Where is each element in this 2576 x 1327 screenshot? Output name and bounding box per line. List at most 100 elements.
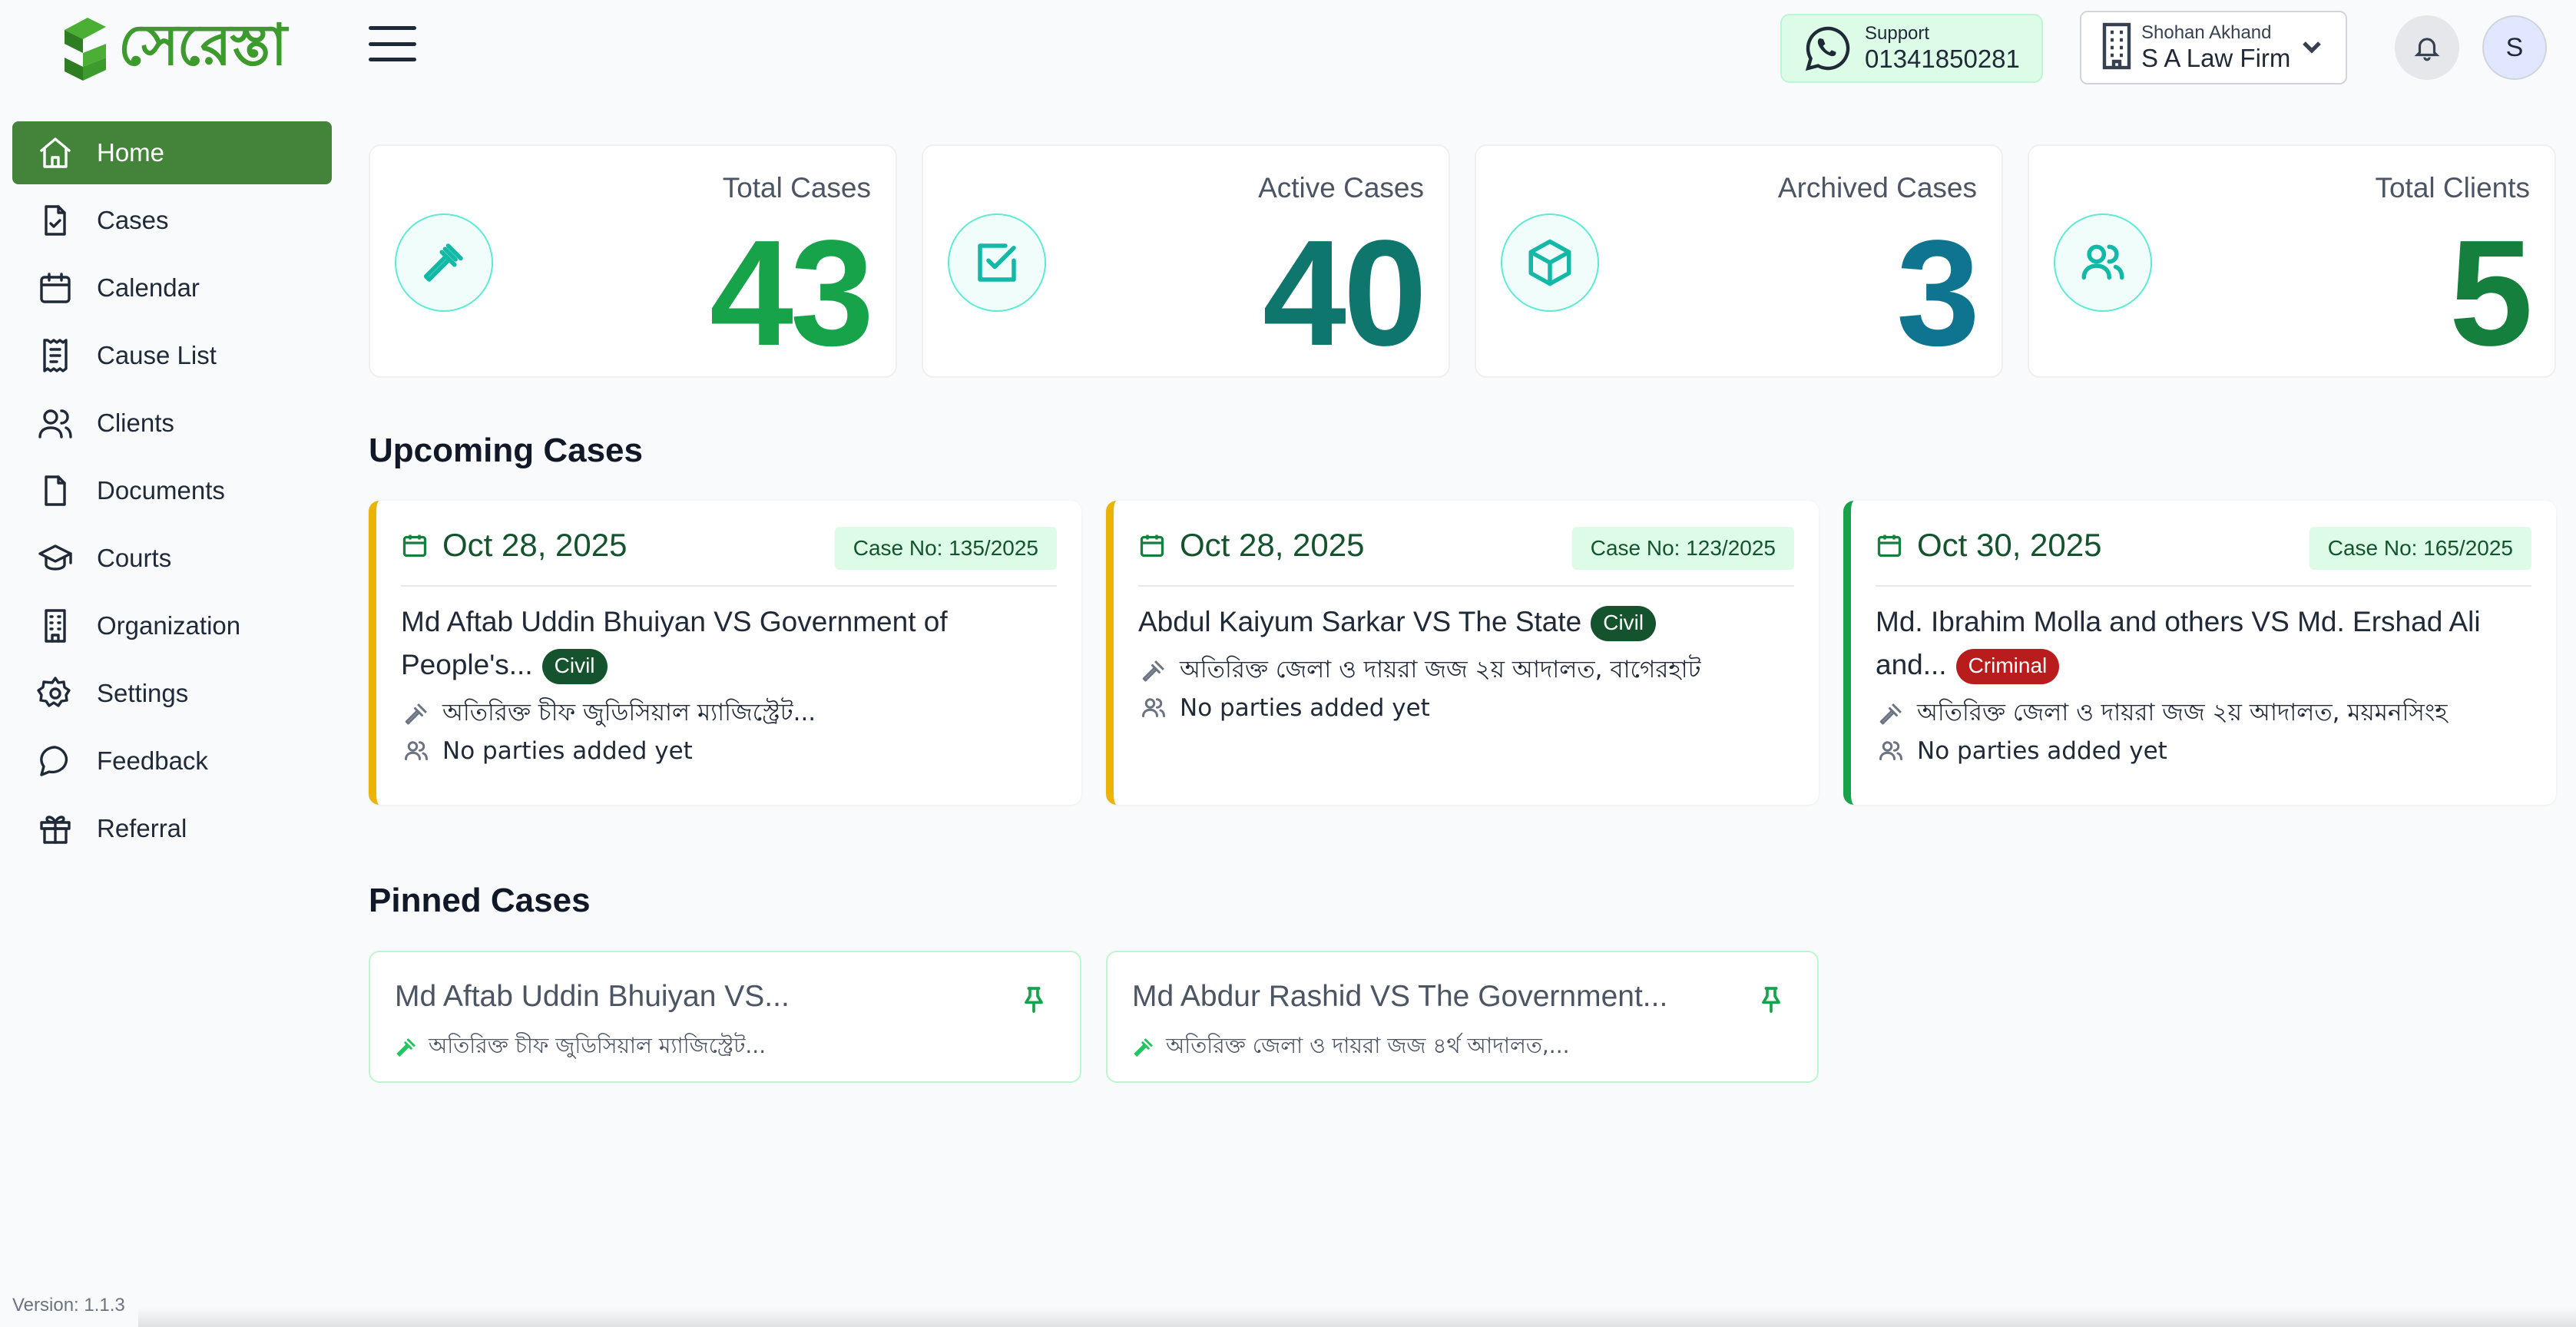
- gift-icon: [35, 809, 75, 849]
- avatar[interactable]: S: [2482, 15, 2547, 80]
- gavel-icon: [1879, 703, 1902, 725]
- users-icon: [2054, 213, 2152, 312]
- notifications-button[interactable]: [2395, 15, 2459, 80]
- upcoming-case-card[interactable]: Oct 28, 2025 Case No: 135/2025 Md Aftab …: [369, 501, 1081, 805]
- hamburger-line: [369, 26, 416, 30]
- stat-value: 43: [709, 209, 874, 377]
- sidebar-item-organization[interactable]: Organization: [12, 594, 332, 657]
- organization-switcher[interactable]: Shohan Akhand S A Law Firm: [2080, 11, 2347, 84]
- sidebar-item-home[interactable]: Home: [12, 121, 332, 184]
- case-parties: No parties added yet: [1877, 737, 2167, 765]
- pinned-case-court: অতিরিক্ত চীফ জুডিসিয়াল ম্যাজিস্ট্রেট...: [395, 1029, 766, 1065]
- sidebar-item-courts[interactable]: Courts: [12, 527, 332, 590]
- pin-icon: [1762, 987, 1780, 1013]
- bell-icon: [2414, 38, 2440, 61]
- box-icon: [1501, 213, 1599, 312]
- app-logo[interactable]: সেরেস্তা: [58, 12, 289, 86]
- support-label: Support: [1865, 23, 1930, 44]
- message-icon: [35, 741, 75, 781]
- case-title[interactable]: Abdul Kaiyum Sarkar VS The State Civil: [1138, 601, 1788, 644]
- whatsapp-icon: [1805, 26, 1850, 71]
- case-number-badge: Case No: 165/2025: [2309, 527, 2531, 570]
- gavel-icon: [395, 213, 493, 312]
- stat-card-active-cases[interactable]: Active Cases 40: [922, 144, 1450, 378]
- sidebar-item-referral[interactable]: Referral: [12, 797, 332, 860]
- stat-card-total-clients[interactable]: Total Clients 5: [2028, 144, 2556, 378]
- sidebar-item-clients[interactable]: Clients: [12, 392, 332, 455]
- pinned-case-title: Md Aftab Uddin Bhuiyan VS...: [395, 980, 790, 1013]
- sidebar-item-label: Home: [97, 138, 165, 167]
- user-name: Shohan Akhand: [2141, 22, 2272, 43]
- logo-text: সেরেস্তা: [118, 12, 287, 78]
- case-number-badge: Case No: 123/2025: [1571, 527, 1794, 570]
- users-icon: [1142, 698, 1165, 717]
- users-icon: [1879, 741, 1902, 760]
- upcoming-cases-heading: Upcoming Cases: [369, 432, 643, 469]
- hamburger-line: [369, 41, 416, 46]
- stat-card-archived-cases[interactable]: Archived Cases 3: [1475, 144, 2003, 378]
- bottom-shadow: [138, 1307, 2576, 1327]
- gavel-icon: [396, 1038, 416, 1057]
- stat-value: 5: [2449, 209, 2533, 377]
- gavel-icon: [1134, 1038, 1153, 1057]
- stat-value: 3: [1896, 209, 1980, 377]
- court-name: অতিরিক্ত জেলা ও দায়রা জজ ২য় আদালত, ময়…: [1917, 699, 2448, 726]
- sidebar-item-label: Organization: [97, 611, 241, 640]
- stat-card-total-cases[interactable]: Total Cases 43: [369, 144, 897, 378]
- court-name: অতিরিক্ত চীফ জুডিসিয়াল ম্যাজিস্ট্রেট...: [429, 1033, 767, 1058]
- case-date: Oct 30, 2025: [1917, 527, 2102, 563]
- case-court: অতিরিক্ত জেলা ও দায়রা জজ ২য় আদালত, বাগ…: [1140, 651, 1701, 691]
- stat-title: Active Cases: [1258, 172, 1424, 204]
- receipt-icon: [35, 336, 75, 376]
- pinned-case-card[interactable]: Md Abdur Rashid VS The Government... অতি…: [1106, 951, 1819, 1083]
- file-check-icon: [35, 200, 75, 240]
- case-title[interactable]: Md. Ibrahim Molla and others VS Md. Ersh…: [1876, 601, 2525, 687]
- case-type-badge: Criminal: [1955, 649, 2060, 685]
- sidebar-item-label: Feedback: [97, 746, 208, 775]
- gavel-icon: [405, 703, 427, 725]
- gavel-icon: [1142, 660, 1164, 682]
- case-court: অতিরিক্ত চীফ জুডিসিয়াল ম্যাজিস্ট্রেট...: [402, 694, 816, 734]
- case-title[interactable]: Md Aftab Uddin Bhuiyan VS Government of …: [401, 601, 1051, 687]
- upcoming-case-card[interactable]: Oct 28, 2025 Case No: 123/2025 Abdul Kai…: [1106, 501, 1819, 805]
- unpin-button[interactable]: [1018, 984, 1049, 1019]
- case-date: Oct 28, 2025: [442, 527, 627, 563]
- divider: [1876, 585, 2531, 587]
- sidebar-item-feedback[interactable]: Feedback: [12, 730, 332, 793]
- pin-icon: [1025, 987, 1043, 1013]
- case-type-badge: Civil: [1591, 606, 1657, 642]
- sidebar-item-settings[interactable]: Settings: [12, 662, 332, 725]
- home-icon: [35, 133, 75, 173]
- parties-text: No parties added yet: [442, 737, 693, 765]
- file-icon: [35, 471, 75, 511]
- parties-text: No parties added yet: [1917, 737, 2167, 765]
- pinned-case-court: অতিরিক্ত জেলা ও দায়রা জজ ৪র্থ আদালত,...: [1132, 1029, 1570, 1065]
- sidebar-item-documents[interactable]: Documents: [12, 459, 332, 522]
- app-version: Version: 1.1.3: [12, 1295, 125, 1315]
- unpin-button[interactable]: [1756, 984, 1786, 1019]
- case-date: Oct 28, 2025: [1180, 527, 1365, 563]
- sidebar-item-calendar[interactable]: Calendar: [12, 256, 332, 319]
- case-parties: No parties added yet: [1140, 694, 1430, 722]
- stat-title: Total Clients: [2375, 172, 2530, 204]
- sidebar-item-label: Documents: [97, 476, 225, 505]
- case-title-text: Abdul Kaiyum Sarkar VS The State: [1138, 606, 1582, 637]
- calendar-icon: [1140, 534, 1164, 558]
- case-court: অতিরিক্ত জেলা ও দায়রা জজ ২য় আদালত, ময়…: [1877, 694, 2448, 734]
- court-name: অতিরিক্ত জেলা ও দায়রা জজ ৪র্থ আদালত,...: [1166, 1033, 1570, 1058]
- firm-name: S A Law Firm: [2141, 44, 2291, 72]
- logo-mark-icon: [65, 18, 106, 81]
- sidebar-item-label: Calendar: [97, 273, 200, 302]
- pinned-case-card[interactable]: Md Aftab Uddin Bhuiyan VS... অতিরিক্ত চী…: [369, 951, 1081, 1083]
- sidebar-item-label: Settings: [97, 679, 189, 707]
- sidebar-item-label: Cause List: [97, 341, 217, 369]
- menu-toggle-button[interactable]: [367, 23, 418, 65]
- upcoming-case-card[interactable]: Oct 30, 2025 Case No: 165/2025 Md. Ibrah…: [1843, 501, 2556, 805]
- support-button[interactable]: Support 01341850281: [1780, 14, 2043, 83]
- hamburger-line: [369, 58, 416, 61]
- sidebar-item-cause-list[interactable]: Cause List: [12, 324, 332, 387]
- case-parties: No parties added yet: [402, 737, 693, 765]
- sidebar-item-cases[interactable]: Cases: [12, 189, 332, 252]
- case-number-badge: Case No: 135/2025: [834, 527, 1057, 570]
- sidebar: সেরেস্তা Home Cases Calendar Cause List …: [0, 0, 338, 1327]
